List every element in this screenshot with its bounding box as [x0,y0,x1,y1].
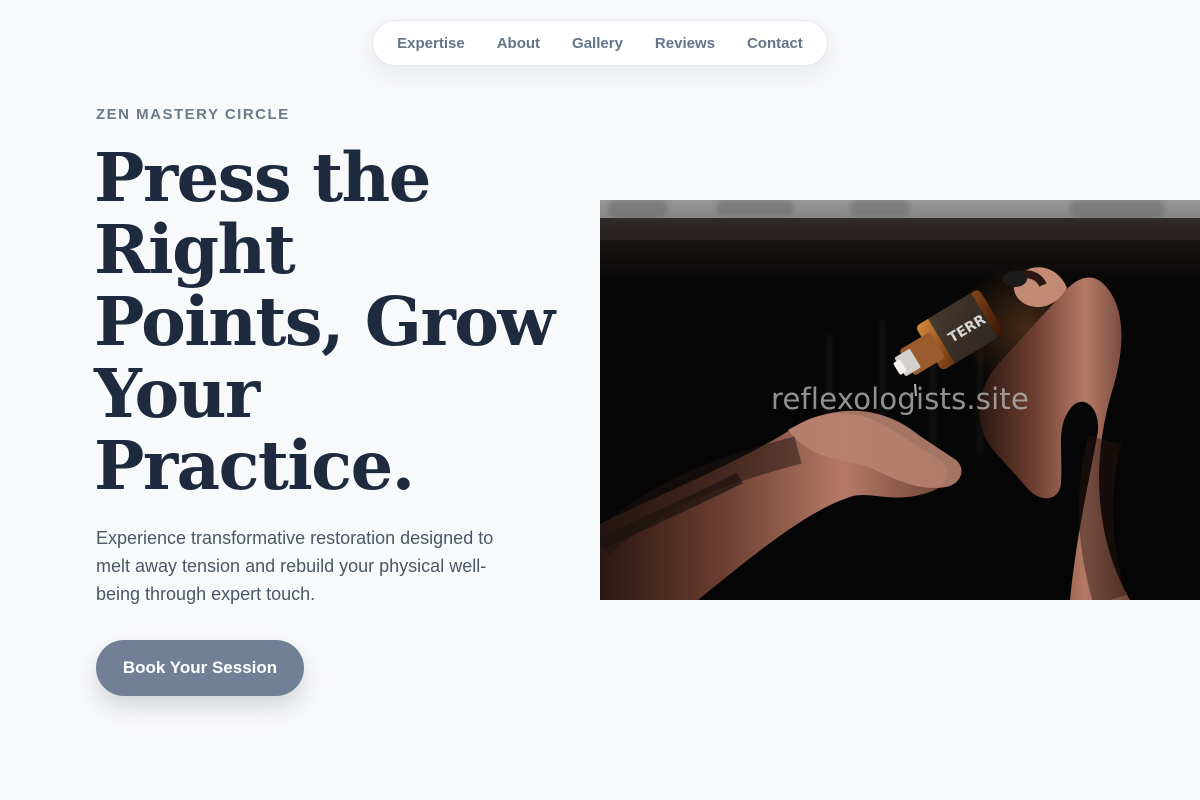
nav-link-about[interactable]: About [497,35,540,52]
nav-link-reviews[interactable]: Reviews [655,35,715,52]
hero-image: TERR reflexologists.site [600,200,1200,600]
nav-link-expertise[interactable]: Expertise [397,35,465,52]
essential-oil-bottle-illustration: TERR [893,290,1004,376]
top-navigation: Expertise About Gallery Reviews Contact [372,20,828,66]
nav-link-contact[interactable]: Contact [747,35,803,52]
hero-headline: Press the Right Points, Grow Your Practi… [94,138,555,505]
image-watermark: reflexologists.site [771,382,1029,416]
hero-eyebrow: ZEN MASTERY CIRCLE [96,106,290,123]
book-session-button[interactable]: Book Your Session [96,640,304,696]
nav-link-gallery[interactable]: Gallery [572,35,623,52]
hero-description: Experience transformative restoration de… [96,528,494,604]
